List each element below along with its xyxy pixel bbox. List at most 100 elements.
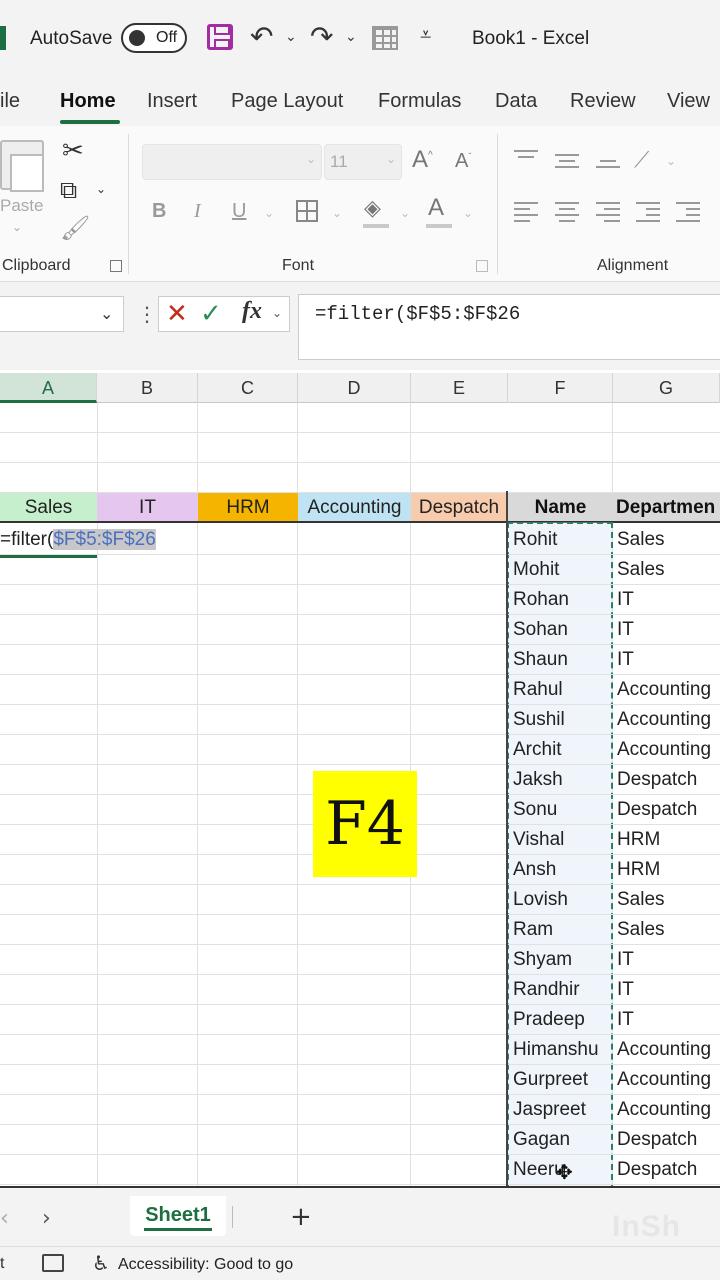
tab-formulas[interactable]: Formulas [378, 90, 461, 113]
department-cell[interactable]: Sales [617, 885, 665, 915]
next-sheet-icon[interactable]: › [42, 1206, 51, 1231]
macro-recording-icon[interactable] [42, 1254, 64, 1272]
department-cell[interactable]: HRM [617, 825, 660, 855]
column-header-f[interactable]: F [508, 373, 613, 403]
borders-icon[interactable] [296, 200, 318, 222]
department-cell[interactable]: IT [617, 945, 634, 975]
paste-dropdown-icon[interactable]: ⌄ [12, 220, 22, 234]
department-cell[interactable]: IT [617, 1005, 634, 1035]
format-painter-icon[interactable]: 🖌 [60, 214, 90, 242]
sales-header-cell[interactable]: Sales [0, 493, 97, 523]
name-cell[interactable]: Himanshu [513, 1035, 599, 1065]
copy-icon[interactable]: ⧉ [60, 176, 77, 204]
department-cell[interactable]: Despatch [617, 1125, 697, 1155]
fill-color-dropdown-icon[interactable]: ⌄ [400, 206, 410, 220]
save-icon[interactable] [207, 24, 233, 50]
add-sheet-icon[interactable]: + [290, 1202, 312, 1232]
despatch-header-cell[interactable]: Despatch [411, 493, 507, 523]
insert-function-icon[interactable]: fx [242, 298, 262, 325]
underline-dropdown-icon[interactable]: ⌄ [264, 206, 274, 220]
table-icon[interactable] [372, 26, 398, 50]
font-color-icon[interactable]: A [428, 194, 444, 222]
clipboard-dialog-launcher-icon[interactable] [110, 260, 122, 272]
department-cell[interactable]: Despatch [617, 765, 697, 795]
autosave-toggle[interactable]: Off [121, 23, 187, 53]
name-header-cell[interactable]: Name [508, 493, 613, 523]
department-cell[interactable]: Accounting [617, 735, 711, 765]
align-center-icon[interactable] [555, 202, 579, 222]
top-align-icon[interactable] [514, 148, 538, 166]
column-header-e[interactable]: E [411, 373, 508, 403]
column-header-a[interactable]: A [0, 373, 97, 403]
department-cell[interactable]: IT [617, 975, 634, 1005]
undo-dropdown-icon[interactable]: ⌄ [285, 29, 297, 45]
accessibility-status[interactable]: Accessibility: Good to go [118, 1256, 293, 1274]
column-header-g[interactable]: G [613, 373, 720, 403]
name-cell[interactable]: Randhir [513, 975, 580, 1005]
it-header-cell[interactable]: IT [97, 493, 198, 523]
orientation-icon[interactable]: ⟋ [634, 148, 649, 173]
tab-view[interactable]: View [667, 90, 710, 113]
name-box-dropdown-icon[interactable]: ⌄ [100, 304, 113, 323]
column-header-c[interactable]: C [198, 373, 298, 403]
customize-toolbar-icon[interactable]: ⩡ [420, 22, 431, 46]
align-left-icon[interactable] [514, 202, 538, 222]
font-dialog-launcher-icon[interactable] [476, 260, 488, 272]
department-cell[interactable]: Accounting [617, 1065, 711, 1095]
department-cell[interactable]: Accounting [617, 675, 711, 705]
name-cell[interactable]: Gurpreet [513, 1065, 588, 1095]
name-cell[interactable]: Sushil [513, 705, 565, 735]
name-cell[interactable]: Ansh [513, 855, 556, 885]
enter-icon[interactable]: ✓ [200, 298, 222, 329]
name-cell[interactable]: Ram [513, 915, 553, 945]
name-cell[interactable]: Shaun [513, 645, 568, 675]
tab-review[interactable]: Review [570, 90, 636, 113]
accounting-header-cell[interactable]: Accounting [298, 493, 411, 523]
department-cell[interactable]: Sales [617, 555, 665, 585]
name-cell[interactable]: Jaspreet [513, 1095, 586, 1125]
name-cell[interactable]: Rohan [513, 585, 569, 615]
department-cell[interactable]: Accounting [617, 705, 711, 735]
department-cell[interactable]: IT [617, 615, 634, 645]
paste-button-label[interactable]: Paste [0, 196, 43, 216]
function-dropdown-icon[interactable]: ⌄ [272, 306, 282, 320]
department-cell[interactable]: Accounting [617, 1035, 711, 1065]
department-cell[interactable]: Despatch [617, 795, 697, 825]
worksheet-grid[interactable]: A B C D E F G Sales IT HRM Accounting De… [0, 370, 720, 1188]
name-cell[interactable]: Vishal [513, 825, 564, 855]
column-header-b[interactable]: B [97, 373, 198, 403]
cut-icon[interactable]: ✂ [62, 136, 84, 166]
department-cell[interactable]: IT [617, 645, 634, 675]
middle-align-icon[interactable] [555, 152, 579, 170]
orientation-dropdown-icon[interactable]: ⌄ [666, 154, 676, 168]
department-cell[interactable]: Sales [617, 915, 665, 945]
department-cell[interactable]: Sales [617, 525, 665, 555]
name-cell[interactable]: Mohit [513, 555, 559, 585]
department-cell[interactable]: Accounting [617, 1095, 711, 1125]
copy-dropdown-icon[interactable]: ⌄ [96, 182, 106, 196]
font-name-select[interactable] [142, 144, 322, 180]
tab-file[interactable]: ile [0, 90, 20, 113]
bottom-align-icon[interactable] [596, 156, 620, 174]
name-cell[interactable]: Gagan [513, 1125, 570, 1155]
name-cell[interactable]: Lovish [513, 885, 568, 915]
underline-icon[interactable]: U [232, 200, 246, 223]
font-name-dropdown-icon[interactable]: ⌄ [306, 152, 316, 166]
increase-font-size-icon[interactable]: A^ [412, 146, 433, 174]
tab-home[interactable]: Home [60, 90, 116, 113]
column-header-d[interactable]: D [298, 373, 411, 403]
borders-dropdown-icon[interactable]: ⌄ [332, 206, 342, 220]
previous-sheet-icon[interactable]: ‹ [0, 1206, 9, 1231]
font-color-dropdown-icon[interactable]: ⌄ [463, 206, 473, 220]
redo-dropdown-icon[interactable]: ⌄ [345, 29, 357, 45]
name-cell[interactable]: Rahul [513, 675, 563, 705]
hrm-header-cell[interactable]: HRM [198, 493, 298, 523]
bold-icon[interactable]: B [152, 200, 166, 223]
font-size-dropdown-icon[interactable]: ⌄ [386, 152, 396, 166]
department-cell[interactable]: HRM [617, 855, 660, 885]
name-cell[interactable]: Sonu [513, 795, 557, 825]
align-right-icon[interactable] [596, 202, 620, 222]
decrease-font-size-icon[interactable]: Aˇ [455, 150, 471, 173]
formula-input[interactable]: =filter($F$5:$F$26 [298, 294, 720, 360]
more-options-icon[interactable]: ⋮ [137, 302, 157, 326]
